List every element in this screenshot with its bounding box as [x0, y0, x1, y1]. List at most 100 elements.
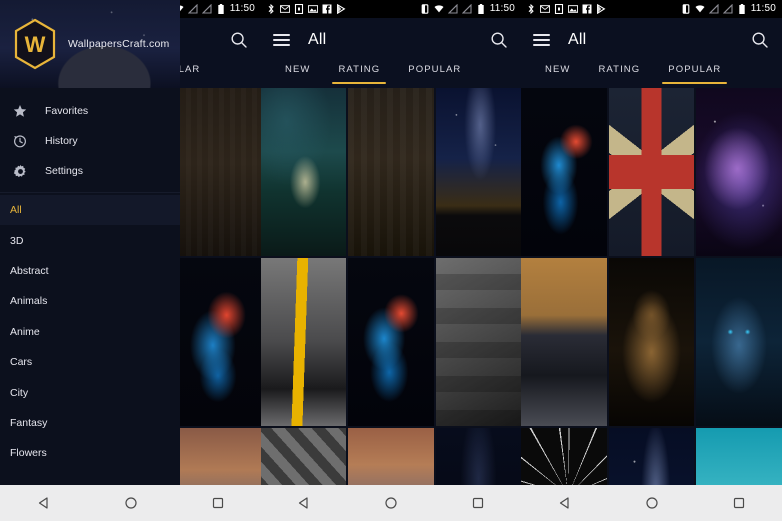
wallpaper-guitar-door[interactable]	[435, 258, 521, 426]
home-icon[interactable]	[124, 496, 138, 510]
thumbnail-image	[435, 428, 521, 485]
drawer-header: W WallpapersCraft.com	[0, 0, 180, 88]
wifi-icon	[434, 5, 444, 13]
drawer-category-3d[interactable]: 3D	[0, 225, 180, 255]
phone-screen-popular: 11:50 All NEW RATING POPULAR	[521, 0, 782, 521]
category-label: 3D	[10, 234, 24, 247]
thumbnail-image	[608, 428, 695, 485]
tab-rating-label: RATING	[598, 64, 641, 75]
wallpaper-orange-blocks[interactable]	[261, 428, 347, 485]
app-bar-title: All	[308, 31, 327, 48]
wallpaper-headphones-wood[interactable]	[175, 88, 261, 256]
recents-icon[interactable]	[732, 496, 746, 510]
thumbnail-image	[261, 428, 347, 485]
search-icon[interactable]	[489, 30, 509, 50]
recents-icon[interactable]	[211, 496, 225, 510]
tab-rating[interactable]: RATING	[584, 62, 654, 84]
phone-screen-drawer: 11:50 All NEW RATING POPULAR	[0, 0, 261, 521]
wallpaper-city-sunset[interactable]	[175, 428, 261, 485]
wallpaper-union-jack-flag[interactable]	[608, 88, 695, 256]
category-label: City	[10, 386, 29, 399]
drawer-item-label: Settings	[45, 165, 83, 177]
thumbnail-image	[175, 258, 261, 426]
home-icon[interactable]	[645, 496, 659, 510]
wallpaper-city-sunset[interactable]	[348, 428, 434, 485]
phone-screen-rating: 11:50 All NEW RATING POPULAR	[261, 0, 521, 521]
wallpaper-bmw-helicopter[interactable]	[521, 258, 607, 426]
wallpaper-milky-way-road[interactable]	[435, 88, 521, 256]
vibrate-icon	[421, 4, 429, 14]
thumbnail-image	[261, 88, 347, 256]
drawer-item-label: Favorites	[45, 105, 89, 117]
wallpaper-milky-way-stars[interactable]	[608, 428, 695, 485]
thumbnail-image	[521, 428, 607, 485]
app-bar: All	[261, 18, 521, 62]
status-bar-left-icons	[526, 4, 606, 14]
signal-off-icon	[708, 4, 719, 14]
hamburger-icon[interactable]	[533, 34, 550, 46]
wallpaper-face-blue-red[interactable]	[348, 258, 434, 426]
wallpaper-teal-gradient[interactable]	[696, 428, 782, 485]
tab-rating[interactable]: RATING	[324, 62, 394, 84]
wifi-icon	[695, 5, 705, 13]
back-icon[interactable]	[558, 496, 572, 510]
recents-icon[interactable]	[471, 496, 485, 510]
category-label: Abstract	[10, 264, 49, 277]
drawer-item-favorites[interactable]: Favorites	[0, 96, 180, 126]
drawer-category-abstract[interactable]: Abstract	[0, 256, 180, 286]
thumbnail-image	[696, 428, 782, 485]
thumbnail-image	[521, 88, 607, 256]
vibrate-icon	[682, 4, 690, 14]
status-bar-left-icons	[266, 4, 346, 14]
system-navigation-bar	[0, 485, 261, 521]
sim-icon	[554, 4, 564, 14]
gmail-icon	[280, 5, 290, 13]
app-bar: All	[521, 18, 782, 62]
signal-off-icon	[447, 4, 458, 14]
wallpaper-mercedes-yellow-stripe[interactable]	[261, 258, 347, 426]
wallpaper-dark-night[interactable]	[435, 428, 521, 485]
drawer-category-anime[interactable]: Anime	[0, 317, 180, 347]
svg-text:W: W	[25, 32, 46, 57]
drawer-category-flowers[interactable]: Flowers	[0, 438, 180, 468]
thumbnail-image	[348, 88, 434, 256]
tab-bar: NEW RATING POPULAR	[521, 62, 782, 88]
hamburger-icon[interactable]	[273, 34, 290, 46]
battery-icon	[218, 4, 224, 14]
navigation-drawer: W WallpapersCraft.com Favorites History	[0, 0, 180, 485]
thumbnail-image	[261, 258, 347, 426]
drawer-category-fantasy[interactable]: Fantasy	[0, 408, 180, 438]
drawer-item-history[interactable]: History	[0, 126, 180, 156]
wallpaper-lion-face[interactable]	[608, 258, 695, 426]
drawer-category-animals[interactable]: Animals	[0, 286, 180, 316]
tab-new[interactable]: NEW	[271, 62, 324, 84]
wallpaper-broken-glass[interactable]	[521, 428, 607, 485]
search-icon[interactable]	[229, 30, 249, 50]
system-navigation-bar	[261, 485, 521, 521]
wallpaper-palm-mountain[interactable]	[261, 88, 347, 256]
tab-popular[interactable]: POPULAR	[394, 62, 475, 84]
drawer-category-city[interactable]: City	[0, 377, 180, 407]
signal-off-2-icon	[722, 4, 733, 14]
home-icon[interactable]	[384, 496, 398, 510]
status-bar-clock: 11:50	[229, 3, 255, 14]
drawer-item-settings[interactable]: Settings	[0, 156, 180, 186]
wallpaper-purple-galaxy[interactable]	[696, 88, 782, 256]
drawer-category-cars[interactable]: Cars	[0, 347, 180, 377]
tab-rating-label: RATING	[338, 64, 381, 75]
back-icon[interactable]	[297, 496, 311, 510]
search-icon[interactable]	[750, 30, 770, 50]
thumbnail-image	[175, 428, 261, 485]
wallpaper-headphones-wood[interactable]	[348, 88, 434, 256]
status-bar-right-icons: 11:50	[420, 4, 515, 14]
wallpaper-grid	[261, 88, 521, 485]
photos-icon	[568, 5, 578, 13]
tab-popular-label: POPULAR	[408, 64, 462, 75]
tab-popular[interactable]: POPULAR	[654, 62, 735, 84]
tab-new[interactable]: NEW	[531, 62, 584, 84]
wallpaper-blue-wolf[interactable]	[696, 258, 782, 426]
drawer-category-all[interactable]: All	[0, 195, 180, 226]
wallpaper-face-blue-red[interactable]	[521, 88, 607, 256]
back-icon[interactable]	[37, 496, 51, 510]
wallpaper-face-blue-red[interactable]	[175, 258, 261, 426]
